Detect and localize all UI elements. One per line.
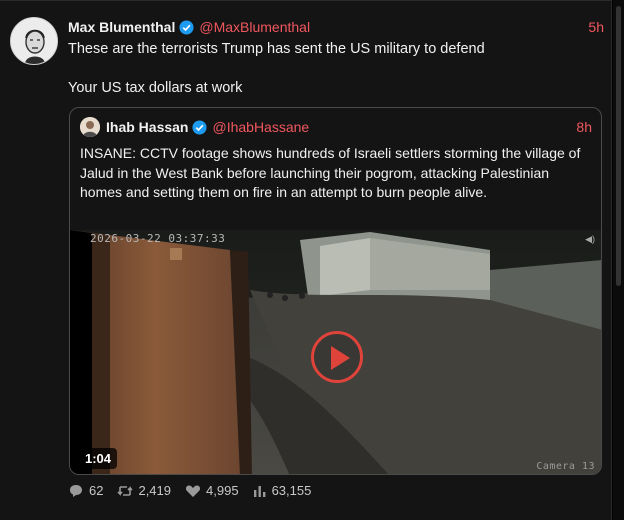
tweet-time[interactable]: 5h xyxy=(588,19,604,35)
quoted-time[interactable]: 8h xyxy=(576,119,592,135)
camera-label: Camera 13 xyxy=(536,461,595,472)
video-timestamp: 2026-03-22 03:37:33 xyxy=(90,232,226,245)
tweet-actions: 62 2,419 4,995 63,155 xyxy=(68,483,325,498)
quoted-avatar[interactable] xyxy=(80,117,100,137)
quoted-text: INSANE: CCTV footage shows hundreds of I… xyxy=(80,145,581,200)
play-button[interactable] xyxy=(311,331,363,383)
verified-badge-icon xyxy=(179,19,194,35)
avatar[interactable] xyxy=(10,17,58,65)
retweet-button[interactable]: 2,419 xyxy=(117,483,171,498)
tweet-text-line-2: Your US tax dollars at work xyxy=(68,80,243,96)
verified-badge-icon xyxy=(192,119,208,135)
views-count: 63,155 xyxy=(271,483,312,498)
reply-icon xyxy=(70,484,82,497)
scrollbar[interactable] xyxy=(613,0,624,520)
like-count: 4,995 xyxy=(206,483,239,498)
views-icon xyxy=(253,485,265,497)
tweet-card: Max Blumenthal @MaxBlumenthal 5h These a… xyxy=(0,0,612,520)
tweet-header: Max Blumenthal @MaxBlumenthal 5h xyxy=(68,17,604,37)
reply-count: 62 xyxy=(89,483,104,498)
reply-button[interactable]: 62 xyxy=(68,483,103,498)
like-icon xyxy=(185,485,201,497)
tweet-text-line-1: These are the terrorists Trump has sent … xyxy=(68,41,485,57)
speaker-icon[interactable]: ◀) xyxy=(585,234,595,245)
author-handle[interactable]: @MaxBlumenthal xyxy=(199,19,310,35)
quoted-header: Ihab Hassan @IhabHassane 8h xyxy=(106,117,592,137)
video-duration: 1:04 xyxy=(79,448,118,469)
quoted-author-name[interactable]: Ihab Hassan xyxy=(106,119,188,135)
scrollbar-thumb[interactable] xyxy=(616,6,621,286)
views-button[interactable]: 63,155 xyxy=(253,483,312,498)
quoted-tweet[interactable]: Ihab Hassan @IhabHassane 8h INSANE: CCTV… xyxy=(69,107,602,475)
author-name[interactable]: Max Blumenthal xyxy=(68,19,175,35)
play-icon xyxy=(331,346,350,370)
retweet-icon xyxy=(117,485,134,496)
like-button[interactable]: 4,995 xyxy=(185,483,239,498)
quoted-author-handle[interactable]: @IhabHassane xyxy=(212,119,309,135)
retweet-count: 2,419 xyxy=(138,483,172,498)
video-player[interactable]: 2026-03-22 03:37:33 ◀) Camera 13 1:04 xyxy=(70,230,601,474)
